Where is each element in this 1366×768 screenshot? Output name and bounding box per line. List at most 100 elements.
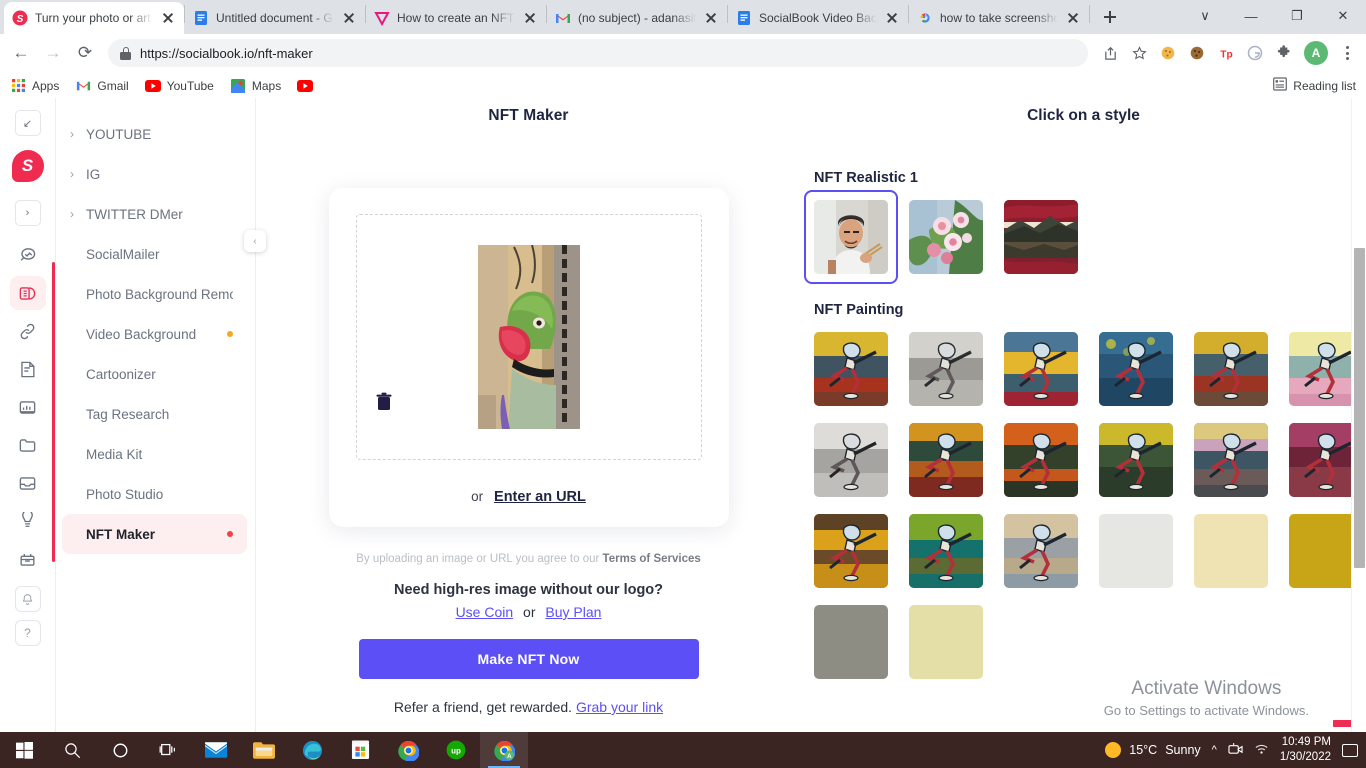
sidebar-item-youtube[interactable]: › YOUTUBE [62, 114, 247, 154]
close-icon[interactable] [341, 10, 357, 26]
style-thumb[interactable] [814, 332, 888, 406]
browser-tab[interactable]: S Turn your photo or art [4, 2, 184, 34]
style-thumb[interactable] [1194, 514, 1268, 588]
folder-icon[interactable] [10, 428, 46, 462]
link-icon[interactable] [10, 314, 46, 348]
chrome-browser[interactable] [384, 732, 432, 768]
browser-menu-icon[interactable] [1334, 40, 1360, 66]
upwork-app[interactable]: up [432, 732, 480, 768]
minimize-icon[interactable]: — [1228, 0, 1274, 32]
close-icon[interactable] [884, 10, 900, 26]
cookie-dark-icon[interactable] [1183, 39, 1211, 67]
style-thumb[interactable] [814, 514, 888, 588]
file-explorer[interactable] [240, 732, 288, 768]
search-insights-icon[interactable] [10, 238, 46, 272]
extensions-puzzle-icon[interactable] [1270, 39, 1298, 67]
style-thumb[interactable] [814, 605, 888, 679]
browser-tab[interactable]: (no subject) - adanasit [547, 2, 727, 34]
sidebar-item-photo-studio[interactable]: Photo Studio [62, 474, 247, 514]
style-thumb[interactable] [814, 423, 888, 497]
sidebar-item-photo-background-remover[interactable]: Photo Background Remover [62, 274, 247, 314]
notification-icon[interactable] [1342, 743, 1358, 757]
collapse-sidebar-icon[interactable]: ↙ [14, 110, 41, 136]
tp-extension-icon[interactable]: Tp [1212, 39, 1240, 67]
grab-your-link[interactable]: Grab your link [576, 699, 663, 715]
back-icon[interactable]: ← [6, 38, 36, 68]
task-view-button[interactable] [144, 732, 192, 768]
chrome-active-window[interactable]: A [480, 732, 528, 768]
style-thumb[interactable] [1099, 514, 1173, 588]
bookmark-gmail[interactable]: Gmail [75, 78, 129, 94]
note-icon[interactable] [10, 352, 46, 386]
reading-list-button[interactable]: Reading list [1273, 77, 1356, 94]
browser-tab[interactable]: Untitled document - G [185, 2, 365, 34]
use-coin-link[interactable]: Use Coin [456, 604, 514, 620]
style-thumb[interactable] [909, 332, 983, 406]
browser-tab[interactable]: SocialBook Video Back [728, 2, 908, 34]
bookmark-star-icon[interactable] [1125, 39, 1153, 67]
close-icon[interactable] [1065, 10, 1081, 26]
share-icon[interactable] [1096, 39, 1124, 67]
close-icon[interactable] [160, 10, 176, 26]
sidebar-item-cartoonizer[interactable]: Cartoonizer [62, 354, 247, 394]
maximize-icon[interactable]: ❐ [1274, 0, 1320, 32]
inbox-icon[interactable] [10, 466, 46, 500]
tab-search-icon[interactable]: ∨ [1182, 0, 1228, 32]
sidebar-item-ig[interactable]: › IG [62, 154, 247, 194]
trash-icon[interactable] [375, 392, 393, 412]
styles-scroll-area[interactable]: NFT Realistic 1 NFT Painting [801, 170, 1366, 730]
mail-app[interactable] [192, 732, 240, 768]
collapse-panel-button[interactable]: ‹ [244, 230, 266, 252]
buy-plan-link[interactable]: Buy Plan [545, 604, 601, 620]
style-thumb[interactable] [1099, 332, 1173, 406]
bell-icon[interactable] [14, 586, 41, 612]
close-icon[interactable] [703, 10, 719, 26]
help-icon[interactable]: ? [14, 620, 41, 646]
gift-icon[interactable] [10, 542, 46, 576]
style-thumb[interactable] [909, 423, 983, 497]
bookmark-maps[interactable]: Maps [230, 78, 281, 94]
avatar[interactable]: A [1304, 41, 1328, 65]
camera-icon[interactable] [1228, 742, 1243, 759]
start-button[interactable] [0, 732, 48, 768]
socialbook-logo[interactable]: S [11, 150, 44, 182]
analytics-icon[interactable] [10, 390, 46, 424]
sidebar-item-nft-maker[interactable]: NFT Maker [62, 514, 247, 554]
microsoft-store[interactable] [336, 732, 384, 768]
style-thumb[interactable] [1004, 200, 1363, 727]
sidebar-item-twitter-dmer[interactable]: › TWITTER DMer [62, 194, 247, 234]
palette-icon[interactable] [9, 276, 46, 310]
sidebar-item-tag-research[interactable]: Tag Research [62, 394, 247, 434]
style-thumb[interactable] [1004, 332, 1078, 406]
browser-tab[interactable]: How to create an NFT [366, 2, 546, 34]
clock[interactable]: 10:49 PM 1/30/2022 [1280, 735, 1331, 764]
wifi-icon[interactable] [1254, 742, 1269, 758]
bookmark-youtube-2[interactable] [297, 78, 319, 94]
grammarly-icon[interactable] [1241, 39, 1269, 67]
sidebar-item-video-background[interactable]: Video Background [62, 314, 247, 354]
expand-rail-icon[interactable]: › [14, 200, 41, 226]
sidebar-item-media-kit[interactable]: Media Kit [62, 434, 247, 474]
style-thumb[interactable] [1099, 423, 1173, 497]
style-thumb[interactable] [1194, 423, 1268, 497]
style-thumb-selected[interactable] [804, 190, 898, 284]
bookmark-apps[interactable]: Apps [10, 78, 59, 94]
bookmark-youtube[interactable]: YouTube [144, 78, 214, 94]
style-thumb[interactable] [909, 605, 983, 679]
scrollbar-thumb[interactable] [1354, 248, 1365, 568]
address-bar[interactable]: https://socialbook.io/nft-maker [108, 39, 1088, 67]
reload-icon[interactable]: ⟳ [70, 38, 100, 68]
chevron-up-icon[interactable]: ^ [1212, 744, 1217, 756]
style-thumb[interactable] [1194, 332, 1268, 406]
forward-icon[interactable]: → [38, 38, 68, 68]
browser-scrollbar[interactable] [1351, 98, 1366, 732]
cortana-button[interactable] [96, 732, 144, 768]
style-thumb[interactable] [909, 200, 1363, 727]
new-tab-button[interactable] [1096, 3, 1124, 31]
crown-icon[interactable] [10, 504, 46, 538]
close-icon[interactable] [522, 10, 538, 26]
browser-tab[interactable]: how to take screensho [909, 2, 1089, 34]
edge-browser[interactable] [288, 732, 336, 768]
sidebar-item-socialmailer[interactable]: SocialMailer [62, 234, 247, 274]
upload-dropzone[interactable] [355, 214, 702, 460]
